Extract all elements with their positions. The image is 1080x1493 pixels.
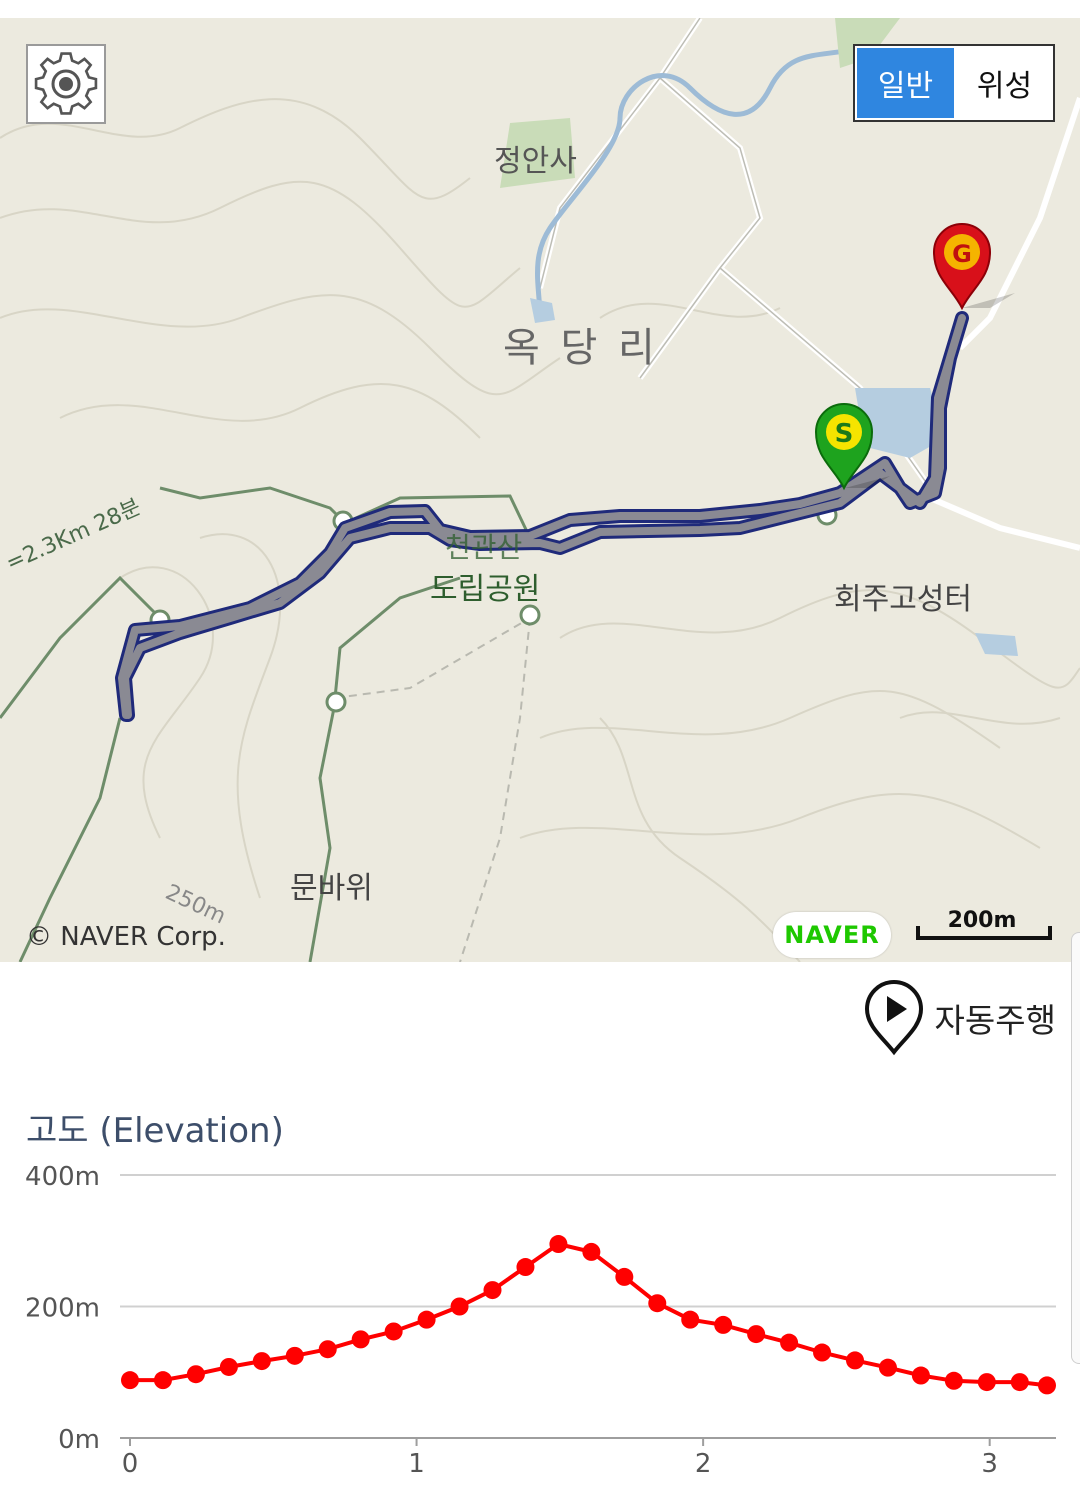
elevation-point bbox=[681, 1310, 700, 1329]
map-scale: 200m bbox=[916, 908, 1052, 940]
start-marker-letter: S bbox=[835, 419, 854, 449]
place-label-temple: 정안사 bbox=[494, 144, 577, 179]
elevation-point bbox=[582, 1242, 601, 1261]
elevation-point bbox=[252, 1352, 271, 1371]
map-type-normal-button[interactable]: 일반 bbox=[855, 46, 956, 120]
elevation-point bbox=[648, 1294, 667, 1313]
stream bbox=[535, 45, 861, 319]
chart-gridlines bbox=[120, 1174, 1056, 1439]
elevation-point bbox=[450, 1297, 469, 1316]
pond-east bbox=[975, 633, 1018, 656]
x-tick-label: 1 bbox=[408, 1449, 425, 1479]
elevation-point bbox=[747, 1325, 766, 1344]
goal-marker-letter: G bbox=[952, 240, 972, 268]
elevation-point bbox=[186, 1365, 205, 1384]
place-label-rock: 문바위 bbox=[290, 871, 373, 906]
naver-logo: NAVER bbox=[773, 912, 891, 958]
elevation-points bbox=[121, 1235, 1056, 1395]
elevation-point bbox=[944, 1371, 963, 1390]
map-copyright: © NAVER Corp. bbox=[26, 922, 226, 952]
elevation-point bbox=[846, 1351, 865, 1370]
x-tick-label: 2 bbox=[695, 1449, 712, 1479]
elevation-point bbox=[516, 1258, 535, 1277]
elevation-point bbox=[878, 1358, 897, 1377]
elevation-point bbox=[483, 1281, 502, 1300]
dashed-trails bbox=[334, 617, 531, 962]
elevation-point bbox=[153, 1371, 172, 1390]
elevation-point bbox=[977, 1373, 996, 1392]
x-tick-label: 0 bbox=[122, 1449, 139, 1479]
elevation-point bbox=[549, 1235, 568, 1254]
elevation-point bbox=[1038, 1376, 1056, 1395]
place-label-fortress: 회주고성터 bbox=[834, 582, 972, 617]
map-type-satellite-button[interactable]: 위성 bbox=[956, 46, 1053, 120]
chart-x-tick-labels: 0 1 2 3 bbox=[122, 1438, 998, 1479]
play-location-pin-icon bbox=[864, 980, 923, 1056]
autoplay-label: 자동주행 bbox=[934, 1001, 1056, 1040]
goal-marker[interactable]: G bbox=[932, 223, 992, 311]
y-tick-label: 400m bbox=[25, 1162, 100, 1192]
settings-button[interactable] bbox=[26, 44, 106, 124]
place-label-park: 도립공원 bbox=[430, 572, 541, 607]
elevation-point bbox=[417, 1310, 436, 1329]
elevation-point bbox=[351, 1330, 370, 1349]
elevation-point bbox=[318, 1340, 337, 1359]
elevation-chart[interactable]: 0m 200m 400m 0 1 2 3 bbox=[0, 1150, 1080, 1490]
elevation-point bbox=[219, 1357, 238, 1376]
map-view[interactable]: S G 일반 위성 정안사 옥 당 리 회주고성터 천관산 도립공원 문바위 =… bbox=[0, 18, 1080, 962]
place-label-park-partial: 천관산 bbox=[445, 531, 523, 564]
y-tick-label: 0m bbox=[58, 1425, 100, 1455]
elevation-point bbox=[285, 1346, 304, 1365]
elevation-title: 고도 (Elevation) bbox=[26, 1111, 284, 1151]
elevation-point bbox=[121, 1371, 139, 1390]
chart-y-tick-labels: 0m 200m 400m bbox=[25, 1162, 100, 1455]
elevation-point bbox=[384, 1322, 403, 1341]
elevation-point bbox=[813, 1343, 832, 1362]
place-label-village: 옥 당 리 bbox=[503, 325, 659, 371]
map-type-toggle: 일반 위성 bbox=[853, 44, 1055, 122]
map-scale-bar bbox=[916, 926, 1052, 940]
elevation-point bbox=[1010, 1373, 1029, 1392]
y-tick-label: 200m bbox=[25, 1294, 100, 1324]
elevation-point bbox=[780, 1333, 799, 1352]
elevation-point bbox=[911, 1366, 930, 1385]
gear-icon bbox=[34, 52, 98, 115]
elevation-point bbox=[714, 1315, 733, 1334]
autoplay-button[interactable]: 자동주행 bbox=[863, 980, 1056, 1056]
x-tick-label: 3 bbox=[981, 1449, 998, 1479]
elevation-point bbox=[615, 1267, 634, 1286]
